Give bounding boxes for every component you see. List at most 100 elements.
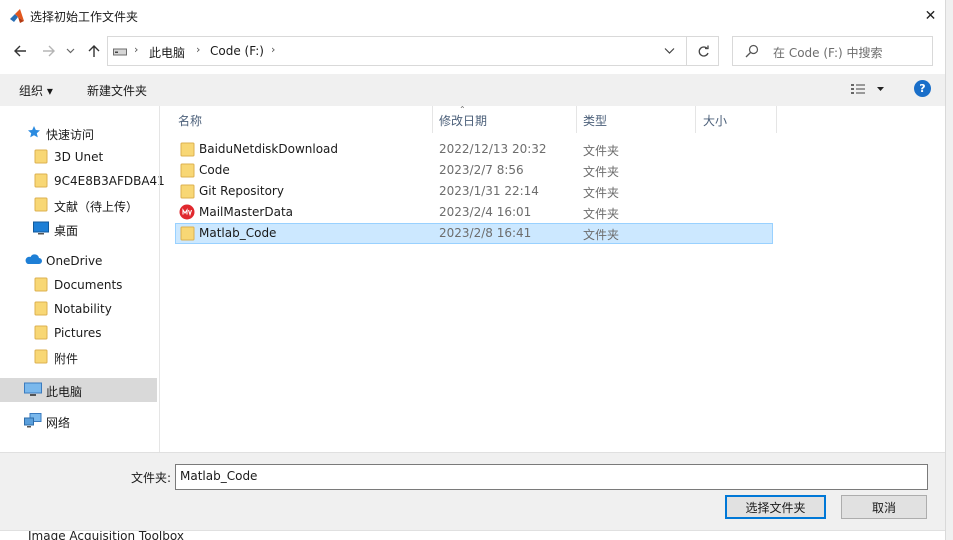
folder-name-input[interactable]: Matlab_Code — [175, 464, 928, 490]
pane-splitter[interactable] — [159, 106, 160, 452]
navigation-pane: 快速访问 3D Unet 9C4E8B3AFDBA41 文献（待上传） 桌面 O… — [0, 106, 165, 452]
folder-icon — [180, 163, 195, 178]
nav-label: 快速访问 — [46, 128, 95, 142]
file-row-selected[interactable]: Matlab_Code 2023/2/8 16:41 文件夹 — [175, 223, 773, 244]
background-window-edge — [945, 0, 953, 540]
column-size[interactable]: 大小 — [703, 112, 727, 129]
breadcrumb-code-drive[interactable]: Code (F:) — [210, 44, 264, 58]
file-type: 文件夹 — [583, 228, 620, 242]
file-type: 文件夹 — [583, 207, 620, 221]
nav-network[interactable]: 网络 — [0, 409, 157, 433]
folder-icon — [34, 349, 48, 364]
nav-item-3d-unet[interactable]: 3D Unet — [0, 145, 157, 169]
file-row[interactable]: MailMasterData 2023/2/4 16:01 文件夹 — [175, 202, 773, 223]
folder-icon — [34, 277, 48, 292]
file-name: MailMasterData — [199, 205, 294, 219]
nav-quick-access[interactable]: 快速访问 — [0, 121, 157, 145]
recent-locations-button[interactable] — [61, 40, 79, 62]
address-bar[interactable]: › 此电脑 › Code (F:) › — [107, 36, 719, 66]
column-type[interactable]: 类型 — [583, 112, 607, 129]
column-divider[interactable] — [576, 106, 577, 133]
column-date-modified[interactable]: 修改日期 — [439, 112, 487, 129]
view-options-button[interactable] — [850, 82, 886, 99]
file-name: Matlab_Code — [199, 226, 277, 240]
nav-label: 3D Unet — [54, 150, 104, 164]
nav-item-documents[interactable]: Documents — [0, 273, 157, 297]
file-date: 2023/2/8 16:41 — [439, 226, 532, 240]
nav-label: OneDrive — [46, 254, 103, 268]
nav-item-notability[interactable]: Notability — [0, 297, 157, 321]
dialog-footer: 文件夹: Matlab_Code 选择文件夹 取消 — [0, 452, 945, 530]
breadcrumb-this-pc[interactable]: 此电脑 — [149, 44, 185, 61]
folder-icon — [34, 325, 48, 340]
nav-item-literature[interactable]: 文献（待上传） — [0, 193, 157, 217]
matlab-icon — [10, 9, 24, 23]
column-name[interactable]: 名称 — [178, 112, 202, 129]
address-dropdown-icon[interactable] — [664, 45, 675, 56]
nav-label: 此电脑 — [46, 385, 83, 399]
select-folder-button[interactable]: 选择文件夹 — [725, 495, 826, 519]
cloud-icon — [25, 254, 42, 264]
arrow-right-icon — [43, 45, 55, 57]
nav-label: 网络 — [46, 416, 71, 430]
file-name: Git Repository — [199, 184, 284, 198]
column-divider[interactable] — [432, 106, 433, 133]
nav-item-attachments[interactable]: 附件 — [0, 345, 157, 369]
folder-icon — [180, 226, 195, 241]
background-window-text: Image Acquisition Toolbox — [28, 530, 184, 540]
file-row[interactable]: BaiduNetdiskDownload 2022/12/13 20:32 文件… — [175, 139, 773, 160]
file-date: 2023/2/4 16:01 — [439, 205, 532, 219]
folder-icon — [34, 149, 48, 164]
file-name: Code — [199, 163, 230, 177]
back-button[interactable] — [9, 40, 31, 62]
search-box[interactable]: 在 Code (F:) 中搜索 — [732, 36, 933, 66]
details-view-icon — [851, 84, 884, 94]
folder-icon — [180, 142, 195, 157]
command-bar: 组织 ▾ 新建文件夹 ? — [0, 74, 945, 106]
column-divider[interactable] — [695, 106, 696, 133]
computer-icon — [24, 382, 42, 396]
desktop-icon — [33, 221, 49, 235]
file-row[interactable]: Code 2023/2/7 8:56 文件夹 — [175, 160, 773, 181]
title-bar: 选择初始工作文件夹 ✕ — [0, 0, 953, 32]
refresh-button[interactable] — [686, 36, 719, 66]
breadcrumb-separator: › — [134, 43, 139, 56]
breadcrumb-separator: › — [196, 43, 201, 56]
folder-icon — [34, 301, 48, 316]
file-type: 文件夹 — [583, 165, 620, 179]
chevron-down-icon — [66, 48, 74, 54]
search-placeholder: 在 Code (F:) 中搜索 — [773, 46, 883, 60]
file-date: 2022/12/13 20:32 — [439, 142, 547, 156]
nav-label: Documents — [54, 278, 123, 292]
nav-this-pc[interactable]: 此电脑 — [0, 378, 157, 402]
help-button[interactable]: ? — [914, 80, 931, 97]
breadcrumb-separator: › — [271, 43, 276, 56]
nav-label: Notability — [54, 302, 112, 316]
up-button[interactable] — [83, 40, 105, 62]
nav-item-pictures[interactable]: Pictures — [0, 321, 157, 345]
column-divider[interactable] — [776, 106, 777, 133]
nav-label: Pictures — [54, 326, 102, 340]
nav-onedrive[interactable]: OneDrive — [0, 249, 157, 273]
folder-icon — [34, 197, 48, 212]
organize-button[interactable]: 组织 ▾ — [19, 82, 53, 99]
new-folder-button[interactable]: 新建文件夹 — [87, 82, 147, 99]
nav-item-desktop[interactable]: 桌面 — [0, 217, 157, 241]
nav-item-9c4e8b3afdba41[interactable]: 9C4E8B3AFDBA41 — [0, 169, 165, 193]
drive-icon — [113, 48, 127, 56]
window-title: 选择初始工作文件夹 — [30, 10, 139, 24]
file-type: 文件夹 — [583, 144, 620, 158]
network-icon — [24, 413, 42, 428]
mailmaster-icon — [179, 204, 195, 220]
nav-label: 桌面 — [54, 224, 79, 238]
folder-field-label: 文件夹: — [131, 471, 172, 485]
folder-icon — [180, 184, 195, 199]
folder-icon — [34, 173, 48, 188]
nav-label: 9C4E8B3AFDBA41 — [54, 174, 165, 188]
file-date: 2023/2/7 8:56 — [439, 163, 524, 177]
cancel-button[interactable]: 取消 — [841, 495, 927, 519]
close-icon: ✕ — [924, 8, 937, 24]
file-row[interactable]: Git Repository 2023/1/31 22:14 文件夹 — [175, 181, 773, 202]
forward-button[interactable] — [38, 40, 60, 62]
nav-label: 附件 — [54, 352, 79, 366]
